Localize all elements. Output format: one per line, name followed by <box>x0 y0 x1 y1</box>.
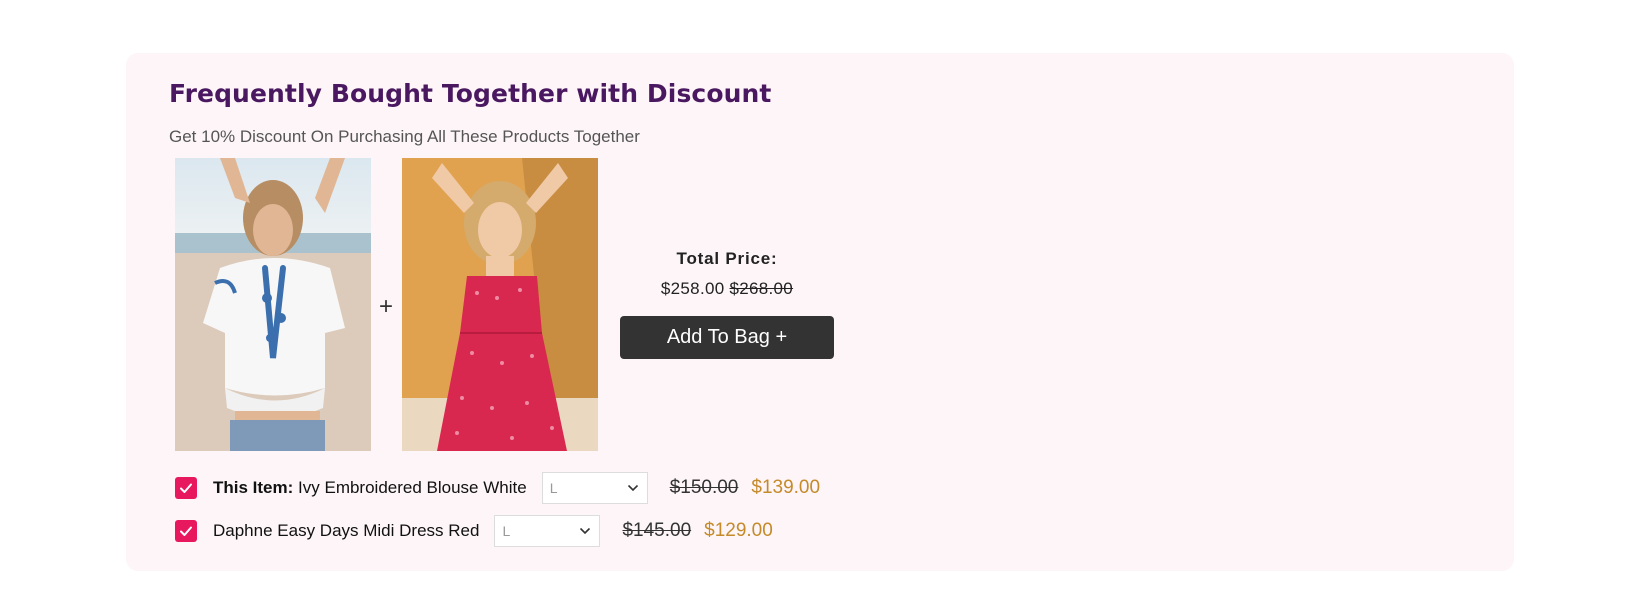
product-image-blouse[interactable] <box>175 158 371 451</box>
size-select-value: L <box>549 480 558 496</box>
item-old-price: $145.00 <box>622 520 692 541</box>
add-to-bag-button[interactable]: Add To Bag + <box>620 316 834 359</box>
item-name-text: Ivy Embroidered Blouse White <box>298 478 527 497</box>
product-image-dress[interactable] <box>402 158 598 451</box>
item-new-price: $139.00 <box>751 477 821 498</box>
size-select[interactable]: L <box>541 472 648 504</box>
total-price-values: $258.00 $268.00 <box>620 279 834 299</box>
check-icon <box>180 483 192 493</box>
item-new-price: $129.00 <box>704 520 773 541</box>
section-subtitle: Get 10% Discount On Purchasing All These… <box>169 127 640 146</box>
total-price-box: Total Price: $258.00 $268.00 <box>620 249 834 299</box>
item-checkbox[interactable] <box>175 520 197 542</box>
bundle-item-row: This Item: Ivy Embroidered Blouse White … <box>175 472 820 504</box>
item-name[interactable]: Daphne Easy Days Midi Dress Red <box>213 521 479 541</box>
check-icon <box>180 526 192 536</box>
size-select-value: L <box>502 523 511 539</box>
item-checkbox[interactable] <box>175 477 197 499</box>
total-price-label: Total Price: <box>676 249 778 268</box>
item-name[interactable]: This Item: Ivy Embroidered Blouse White <box>213 478 527 498</box>
bundle-item-row: Daphne Easy Days Midi Dress Red L $145.0… <box>175 515 773 547</box>
dress-photo <box>402 158 598 451</box>
section-title: Frequently Bought Together with Discount <box>169 79 772 108</box>
this-item-prefix: This Item: <box>213 478 294 497</box>
item-name-text: Daphne Easy Days Midi Dress Red <box>213 521 480 540</box>
chevron-down-icon <box>580 527 591 535</box>
size-select[interactable]: L <box>494 515 601 547</box>
blouse-photo <box>175 158 371 451</box>
frequently-bought-together-section: Frequently Bought Together with Discount… <box>126 53 1514 571</box>
total-price-original: $268.00 <box>729 279 794 298</box>
plus-icon: + <box>379 293 394 320</box>
total-price-current: $258.00 <box>660 279 725 298</box>
chevron-down-icon <box>627 484 638 492</box>
item-old-price: $150.00 <box>669 477 739 498</box>
